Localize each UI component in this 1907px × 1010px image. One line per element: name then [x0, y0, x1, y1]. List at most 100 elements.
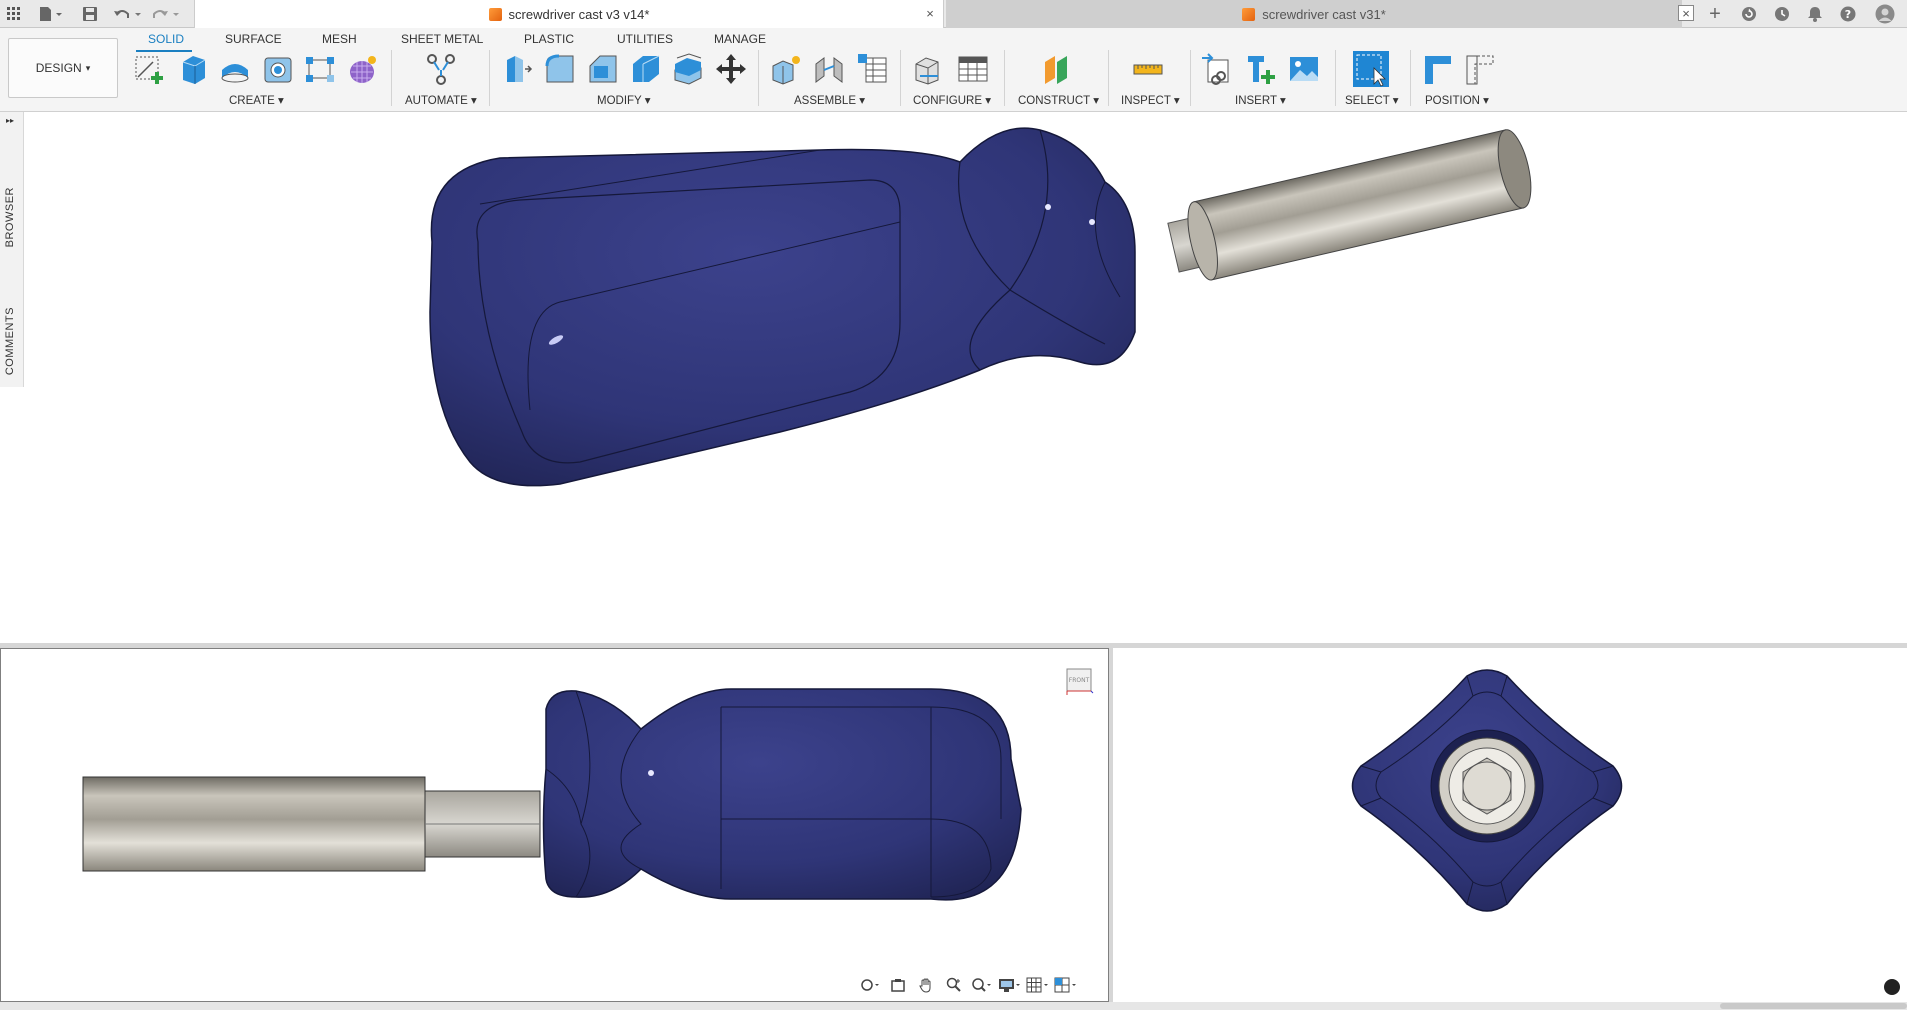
modify-menu[interactable]: MODIFY ▾	[597, 93, 651, 107]
feedback-icon[interactable]	[1884, 979, 1900, 995]
fillet-icon[interactable]	[543, 52, 577, 86]
chevron-down-icon: ▾	[471, 95, 477, 107]
measure-icon[interactable]	[1131, 52, 1165, 86]
position-label: POSITION	[1425, 95, 1480, 107]
configuration-table-icon[interactable]	[956, 52, 990, 86]
chevron-down-icon: ▾	[278, 95, 284, 107]
configure-menu[interactable]: CONFIGURE ▾	[913, 93, 991, 107]
new-tab-button[interactable]: +	[1704, 3, 1726, 25]
automate-menu[interactable]: AUTOMATE ▾	[405, 93, 477, 107]
grid-snaps-icon[interactable]	[1024, 974, 1052, 996]
zoom-icon[interactable]	[940, 974, 968, 996]
automate-icon[interactable]	[424, 52, 458, 86]
select-label: SELECT	[1345, 95, 1390, 107]
offset-plane-icon[interactable]	[1039, 52, 1073, 86]
new-component-icon[interactable]	[769, 52, 803, 86]
chevron-down-icon: ▾	[1279, 95, 1286, 107]
form-icon[interactable]	[345, 52, 379, 86]
chamfer-icon[interactable]	[586, 52, 620, 86]
chevron-down-icon: ▾	[1173, 95, 1180, 107]
help-icon[interactable]: ?	[1837, 4, 1859, 24]
configure-icon[interactable]	[912, 52, 946, 86]
configure-label: CONFIGURE	[913, 95, 982, 107]
select-icon[interactable]	[1352, 50, 1390, 88]
insert-canvas-icon[interactable]	[1287, 52, 1321, 86]
inspect-menu[interactable]: INSPECT ▾	[1121, 93, 1180, 107]
close-tab-button[interactable]: ×	[1678, 5, 1694, 21]
combine-icon[interactable]	[671, 52, 705, 86]
design-file-icon	[1242, 7, 1256, 21]
create-menu[interactable]: CREATE ▾	[229, 93, 284, 107]
chevron-down-icon: ▾	[85, 62, 91, 73]
select-menu[interactable]: SELECT ▾	[1345, 93, 1399, 107]
expand-panel-icon[interactable]: ▸▸	[6, 116, 14, 125]
viewport-perspective[interactable]	[0, 112, 1907, 643]
look-at-icon[interactable]	[884, 974, 912, 996]
handle-end-view	[1351, 669, 1623, 912]
construct-menu[interactable]: CONSTRUCT ▾	[1018, 93, 1099, 107]
workspace-label: DESIGN	[35, 61, 82, 75]
file-menu-icon[interactable]	[36, 4, 66, 24]
orbit-icon[interactable]	[856, 974, 884, 996]
shaft-3d	[1167, 129, 1532, 281]
tab-label: screwdriver cast v31*	[1262, 6, 1386, 22]
app-grid-icon[interactable]	[4, 4, 24, 24]
move-copy-icon[interactable]	[714, 52, 748, 86]
tab-screwdriver-v14[interactable]: screwdriver cast v3 v14*	[194, 0, 944, 28]
toolbar-divider	[489, 50, 490, 106]
press-pull-icon[interactable]	[499, 52, 533, 86]
tab-surface[interactable]: SURFACE	[225, 32, 282, 46]
close-tab-button[interactable]: ×	[922, 5, 938, 21]
bill-of-materials-icon[interactable]	[856, 52, 890, 86]
revert-position-icon[interactable]	[1463, 52, 1497, 86]
hole-icon[interactable]	[261, 52, 295, 86]
create-sketch-icon[interactable]	[133, 52, 167, 86]
viewcube[interactable]: FRONT	[1064, 666, 1094, 696]
modify-label: MODIFY	[597, 95, 642, 107]
tab-solid[interactable]: SOLID	[148, 32, 184, 46]
toolbar-divider	[758, 50, 759, 106]
scrollbar-thumb[interactable]	[1720, 1003, 1907, 1009]
assemble-label: ASSEMBLE	[794, 95, 856, 107]
insert-derive-icon[interactable]	[1200, 52, 1234, 86]
shell-icon[interactable]	[629, 52, 663, 86]
chevron-down-icon: ▾	[1483, 95, 1489, 107]
pan-icon[interactable]	[912, 974, 940, 996]
toolbar-divider	[900, 50, 901, 106]
joint-icon[interactable]	[812, 52, 846, 86]
refresh-icon[interactable]	[1738, 4, 1760, 24]
pattern-icon[interactable]	[303, 52, 337, 86]
display-settings-icon[interactable]	[996, 974, 1024, 996]
position-menu[interactable]: POSITION ▾	[1425, 93, 1489, 107]
bell-icon[interactable]	[1804, 4, 1826, 24]
tab-utilities[interactable]: UTILITIES	[617, 32, 673, 46]
insert-menu[interactable]: INSERT ▾	[1235, 93, 1286, 107]
viewports-icon[interactable]	[1052, 974, 1080, 996]
save-icon[interactable]	[80, 4, 100, 24]
undo-icon[interactable]	[112, 4, 146, 24]
chevron-down-icon: ▾	[1093, 95, 1099, 107]
viewport-right[interactable]	[1113, 648, 1907, 1002]
chevron-down-icon: ▾	[1392, 95, 1399, 107]
status-strip	[0, 1002, 1907, 1010]
revolve-icon[interactable]	[218, 52, 252, 86]
comments-panel-toggle[interactable]: COMMENTS	[4, 307, 16, 375]
viewcube-face-label: FRONT	[1069, 677, 1090, 684]
redo-icon[interactable]	[150, 4, 184, 24]
user-avatar-icon[interactable]	[1873, 4, 1897, 24]
insert-mcmaster-icon[interactable]	[1244, 52, 1278, 86]
extrude-icon[interactable]	[175, 52, 209, 86]
clock-icon[interactable]	[1771, 4, 1793, 24]
workspace-switcher[interactable]: DESIGN ▾	[8, 38, 118, 98]
capture-position-icon[interactable]	[1421, 52, 1455, 86]
tab-plastic[interactable]: PLASTIC	[524, 32, 574, 46]
assemble-menu[interactable]: ASSEMBLE ▾	[794, 93, 865, 107]
toolbar-divider	[1004, 50, 1005, 106]
tab-mesh[interactable]: MESH	[322, 32, 357, 46]
viewport-front[interactable]: FRONT	[0, 648, 1109, 1002]
tab-sheet-metal[interactable]: SHEET METAL	[401, 32, 483, 46]
browser-panel-toggle[interactable]: BROWSER	[4, 187, 16, 247]
tab-manage[interactable]: MANAGE	[714, 32, 766, 46]
zoom-window-icon[interactable]	[968, 974, 996, 996]
tab-screwdriver-v31[interactable]: screwdriver cast v31*	[946, 0, 1682, 28]
